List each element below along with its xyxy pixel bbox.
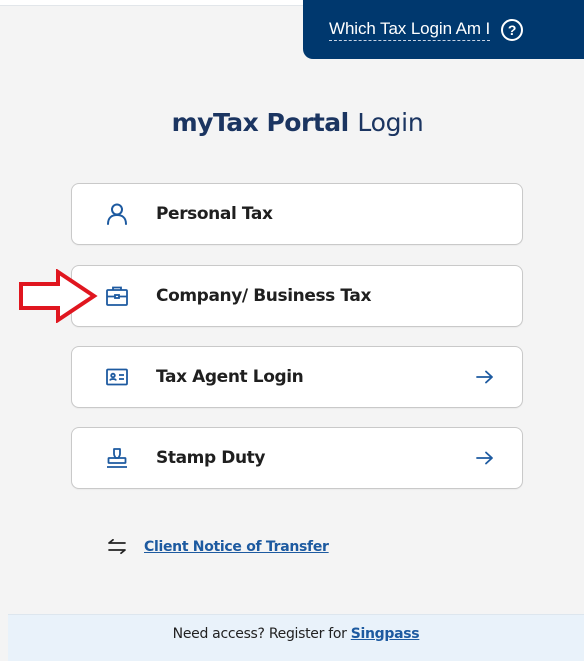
footer-text: Need access? Register for Singpass	[8, 626, 584, 642]
question-circle-icon: ?	[501, 18, 524, 41]
briefcase-icon	[105, 284, 129, 308]
which-tax-login-label: Which Tax Login Am I	[329, 19, 490, 41]
login-page: Which Tax Login Am I ? myTax Portal Logi…	[0, 0, 584, 661]
stamp-duty-button[interactable]: Stamp Duty	[71, 427, 523, 489]
client-notice-transfer-link[interactable]: Client Notice of Transfer	[144, 539, 329, 555]
stamp-icon	[105, 446, 129, 470]
personal-tax-label: Personal Tax	[156, 204, 273, 224]
arrow-right-icon	[476, 451, 494, 465]
personal-tax-button[interactable]: Personal Tax	[71, 183, 523, 245]
page-title-light: Login	[357, 108, 424, 137]
client-notice-transfer-row: Client Notice of Transfer	[107, 536, 329, 558]
singpass-link[interactable]: Singpass	[351, 626, 420, 642]
arrow-right-icon	[476, 370, 494, 384]
which-tax-login-button[interactable]: Which Tax Login Am I ?	[303, 0, 584, 59]
stamp-duty-label: Stamp Duty	[156, 448, 266, 468]
person-icon	[105, 202, 129, 226]
footer-prefix: Need access? Register for	[172, 626, 351, 642]
company-business-tax-button[interactable]: Company/ Business Tax	[71, 265, 523, 327]
tax-agent-login-label: Tax Agent Login	[156, 367, 304, 387]
red-outline-arrow-icon	[18, 268, 98, 324]
company-business-tax-label: Company/ Business Tax	[156, 286, 372, 306]
tax-agent-login-button[interactable]: Tax Agent Login	[71, 346, 523, 408]
id-card-icon	[105, 365, 129, 389]
page-title-strong: myTax Portal	[171, 108, 350, 137]
footer: Need access? Register for Singpass	[8, 614, 584, 661]
page-title: myTax Portal Login	[0, 108, 584, 137]
swap-arrows-icon	[107, 538, 127, 555]
